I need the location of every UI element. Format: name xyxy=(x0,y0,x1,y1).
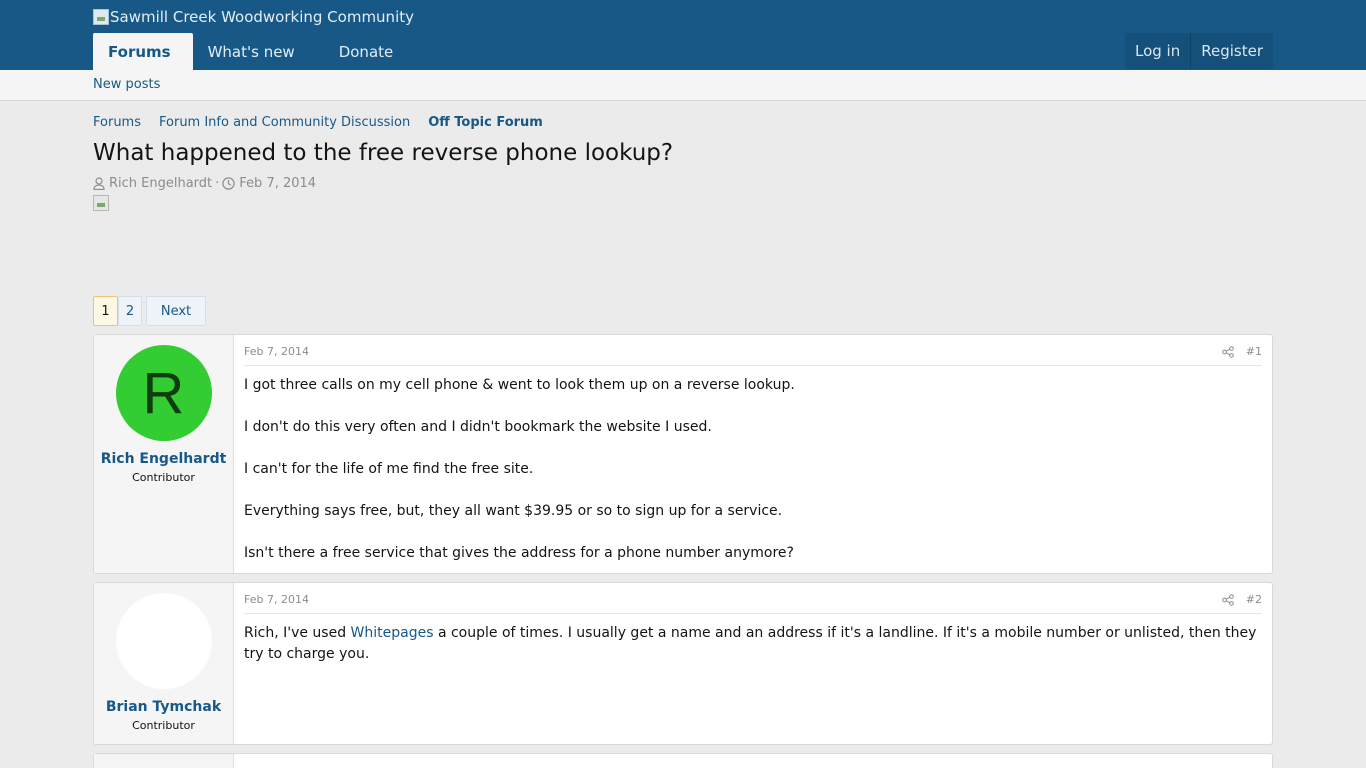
breadcrumb-off-topic[interactable]: Off Topic Forum xyxy=(428,115,543,130)
thread-meta: Rich Engelhardt · Feb 7, 2014 xyxy=(93,175,1273,191)
post-paragraph: Everything says free, but, they all want… xyxy=(244,503,783,519)
avatar[interactable]: R xyxy=(115,345,212,441)
broken-image-icon xyxy=(93,195,109,211)
breadcrumb-forum-info[interactable]: Forum Info and Community Discussion xyxy=(159,115,410,130)
nav-tab-forums[interactable]: Forums xyxy=(93,33,193,70)
post-user-cell: Brian Tymchak Contributor xyxy=(94,583,234,744)
post-user-cell xyxy=(94,754,234,768)
thread-author-link[interactable]: Rich Engelhardt xyxy=(109,176,212,191)
logo-alt-text: Sawmill Creek Woodworking Community xyxy=(110,7,414,26)
share-icon[interactable] xyxy=(1221,593,1234,606)
post-paragraph: Rich, I've used Whitepages a couple of t… xyxy=(244,623,1262,665)
post-number-link[interactable]: #1 xyxy=(1246,345,1262,358)
username-link[interactable]: Brian Tymchak xyxy=(94,699,233,715)
user-icon xyxy=(93,176,105,190)
post-date-link[interactable]: Feb 7, 2014 xyxy=(244,345,309,358)
post: Brian Tymchak Contributor Feb 7, 2014 #2… xyxy=(93,582,1273,745)
post-date-link[interactable]: Feb 7, 2014 xyxy=(244,593,309,606)
post-header: Feb 7, 2014 #1 xyxy=(244,345,1262,366)
post-body: I got three calls on my cell phone & wen… xyxy=(244,366,1262,564)
username-link[interactable]: Rich Engelhardt xyxy=(94,451,233,467)
breadcrumb-forums[interactable]: Forums xyxy=(93,115,141,130)
thread-date-link[interactable]: Feb 7, 2014 xyxy=(239,176,316,191)
avatar[interactable] xyxy=(115,593,212,689)
user-title: Contributor xyxy=(132,471,195,484)
login-link[interactable]: Log in xyxy=(1125,33,1190,69)
page-2-button[interactable]: 2 xyxy=(118,296,142,326)
user-title: Contributor xyxy=(132,719,195,732)
share-icon[interactable] xyxy=(1221,345,1234,358)
nav-tab-donate[interactable]: Donate xyxy=(317,33,416,70)
broken-image-icon xyxy=(93,8,109,25)
post-number-link[interactable]: #2 xyxy=(1246,593,1262,606)
post-body: Rich, I've used Whitepages a couple of t… xyxy=(244,614,1262,665)
meta-separator: · xyxy=(215,175,220,191)
post-header: Feb 7, 2014 #2 xyxy=(244,593,1262,614)
page-title: What happened to the free reverse phone … xyxy=(93,140,674,166)
clock-icon xyxy=(222,176,235,190)
site-header: Sawmill Creek Woodworking Community Foru… xyxy=(0,0,1366,70)
sub-navigation: New posts xyxy=(0,70,1366,101)
breadcrumb: Forums Forum Info and Community Discussi… xyxy=(93,114,1273,130)
post-user-cell: R Rich Engelhardt Contributor xyxy=(94,335,234,573)
post-text: Rich, I've used xyxy=(244,625,351,641)
pagination: 1 2 Next xyxy=(93,296,1273,326)
page-1-button[interactable]: 1 xyxy=(93,296,118,326)
next-page-button[interactable]: Next xyxy=(146,296,206,326)
whitepages-link[interactable]: Whitepages xyxy=(351,625,434,641)
site-logo[interactable]: Sawmill Creek Woodworking Community xyxy=(93,8,414,26)
register-link[interactable]: Register xyxy=(1190,33,1273,69)
post-paragraph: I can't for the life of me find the free… xyxy=(244,461,534,477)
post-paragraph: I got three calls on my cell phone & wen… xyxy=(244,377,795,393)
post-paragraph: I don't do this very often and I didn't … xyxy=(244,419,712,435)
new-posts-link[interactable]: New posts xyxy=(93,70,160,100)
post xyxy=(93,753,1273,768)
post: R Rich Engelhardt Contributor Feb 7, 201… xyxy=(93,334,1273,574)
post-paragraph: Isn't there a free service that gives th… xyxy=(244,545,794,561)
nav-tab-whats-new[interactable]: What's new xyxy=(193,33,317,70)
